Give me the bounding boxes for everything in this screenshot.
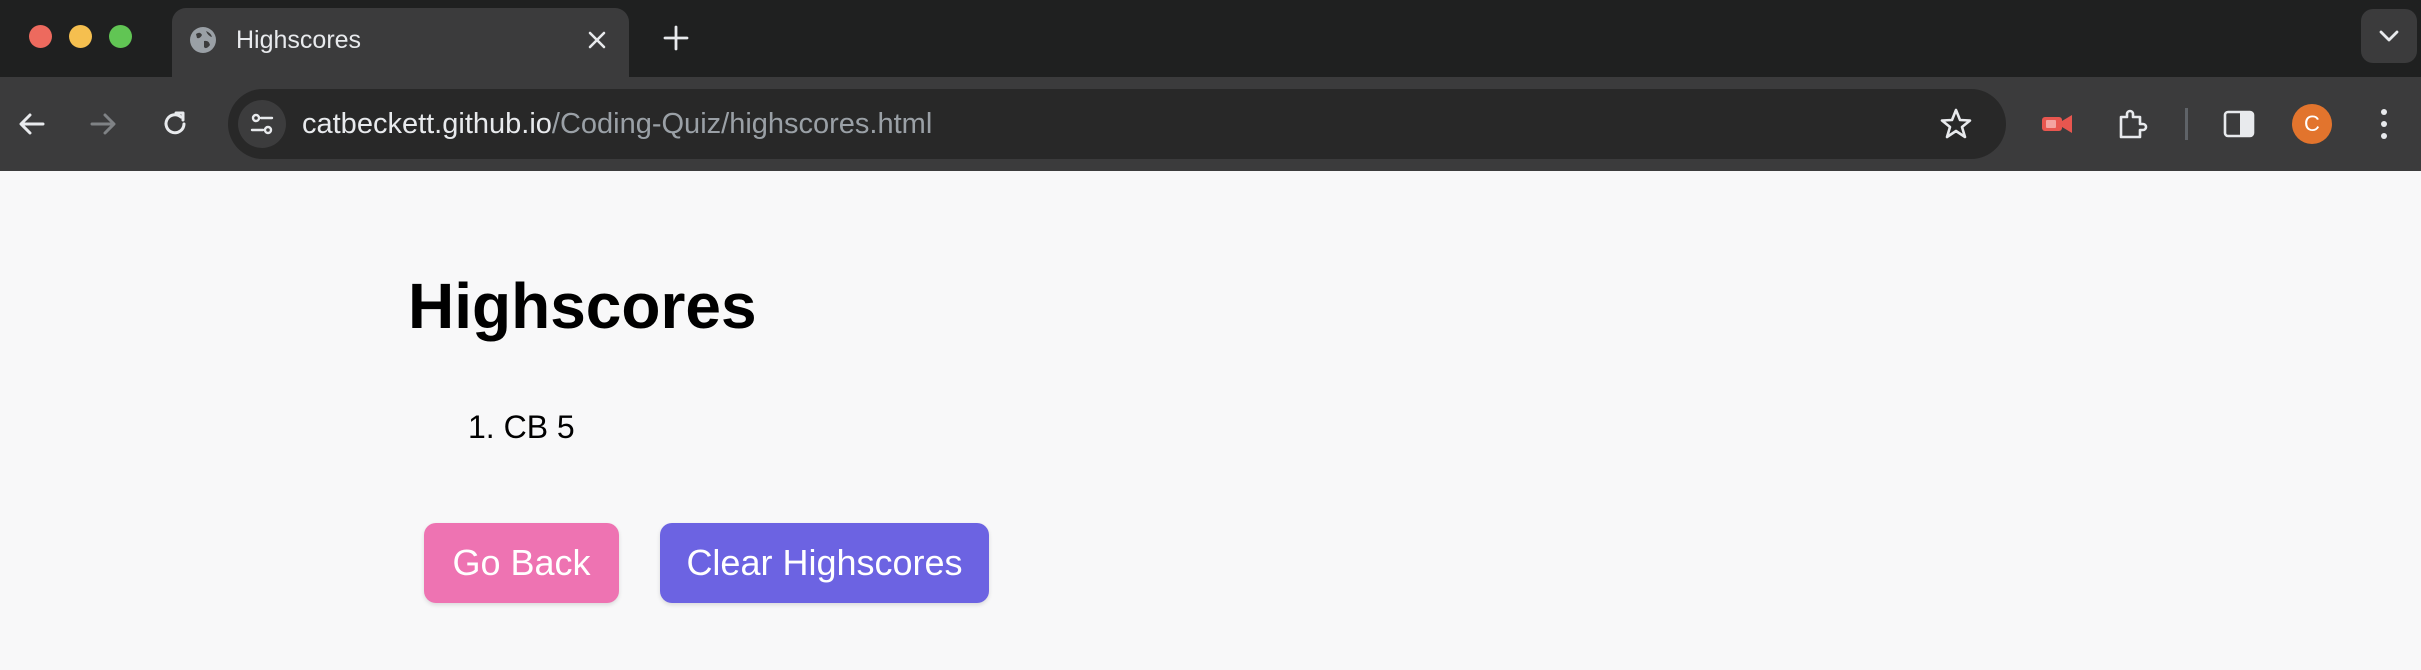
highscores-list: 1. CB 5	[468, 407, 575, 447]
extensions-puzzle-icon[interactable]	[2108, 100, 2156, 148]
tab-strip: Highscores	[0, 0, 2421, 77]
url-path: /Coding-Quiz/highscores.html	[551, 108, 933, 140]
browser-window: Highscores catbeckett.github.io/Coding-Q…	[0, 0, 2421, 670]
reload-icon	[164, 111, 186, 135]
back-button[interactable]	[8, 100, 56, 148]
go-back-button[interactable]: Go Back	[424, 523, 619, 603]
page-title: Highscores	[408, 270, 757, 342]
menu-kebab-icon[interactable]	[2360, 100, 2408, 148]
tab-title: Highscores	[236, 26, 362, 54]
tab-highscores[interactable]: Highscores	[172, 8, 629, 77]
address-bar[interactable]: catbeckett.github.io/Coding-Quiz/highsco…	[228, 89, 2006, 159]
forward-button[interactable]	[79, 100, 127, 148]
close-window-button[interactable]	[29, 25, 52, 48]
side-panel-icon[interactable]	[2215, 100, 2263, 148]
site-info-icon[interactable]	[238, 100, 286, 148]
toolbar-divider	[2185, 108, 2188, 140]
tab-search-button[interactable]	[2361, 9, 2417, 63]
url-host: catbeckett.github.io	[302, 108, 552, 140]
url-text[interactable]: catbeckett.github.io/Coding-Quiz/highsco…	[302, 105, 932, 143]
bookmark-star-icon[interactable]	[1936, 104, 1976, 144]
profile-avatar[interactable]: C	[2292, 104, 2332, 144]
maximize-window-button[interactable]	[109, 25, 132, 48]
close-tab-icon[interactable]	[579, 22, 615, 58]
list-item: 1. CB 5	[468, 409, 575, 445]
arrow-right-icon	[90, 113, 116, 135]
browser-toolbar: catbeckett.github.io/Coding-Quiz/highsco…	[0, 77, 2421, 171]
page-content: Highscores 1. CB 5 Go Back Clear Highsco…	[0, 171, 2421, 670]
clear-highscores-button[interactable]: Clear Highscores	[660, 523, 989, 603]
minimize-window-button[interactable]	[69, 25, 92, 48]
new-tab-button[interactable]	[656, 18, 696, 58]
arrow-left-icon	[19, 113, 45, 135]
tune-icon	[250, 113, 274, 135]
screen-recorder-extension-icon[interactable]	[2034, 100, 2082, 148]
globe-icon	[188, 25, 218, 55]
reload-button[interactable]	[151, 100, 199, 148]
chevron-down-icon	[2379, 30, 2399, 42]
